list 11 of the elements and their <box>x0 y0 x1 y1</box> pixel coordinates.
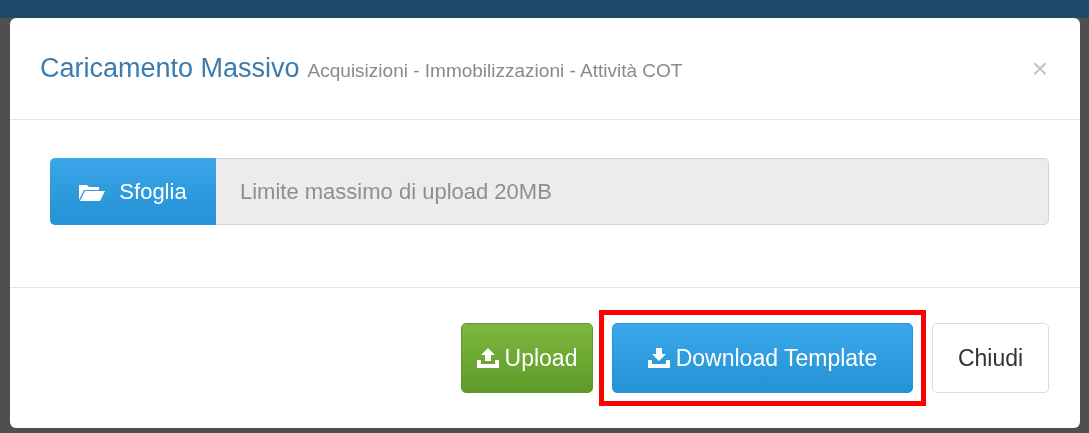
download-template-button[interactable]: Download Template <box>612 323 913 393</box>
close-dialog-button[interactable]: Chiudi <box>932 323 1049 393</box>
download-icon <box>647 348 670 368</box>
dialog-title: Caricamento Massivo <box>40 53 300 84</box>
upload-button[interactable]: Upload <box>461 323 593 393</box>
close-button[interactable]: × <box>1027 54 1052 83</box>
upload-icon <box>476 348 499 368</box>
folder-icon <box>79 182 106 201</box>
browse-button[interactable]: Sfoglia <box>50 158 216 225</box>
file-field[interactable]: Limite massimo di upload 20MB <box>216 158 1049 225</box>
dialog-subtitle: Acquisizioni - Immobilizzazioni - Attività COT <box>307 59 683 82</box>
